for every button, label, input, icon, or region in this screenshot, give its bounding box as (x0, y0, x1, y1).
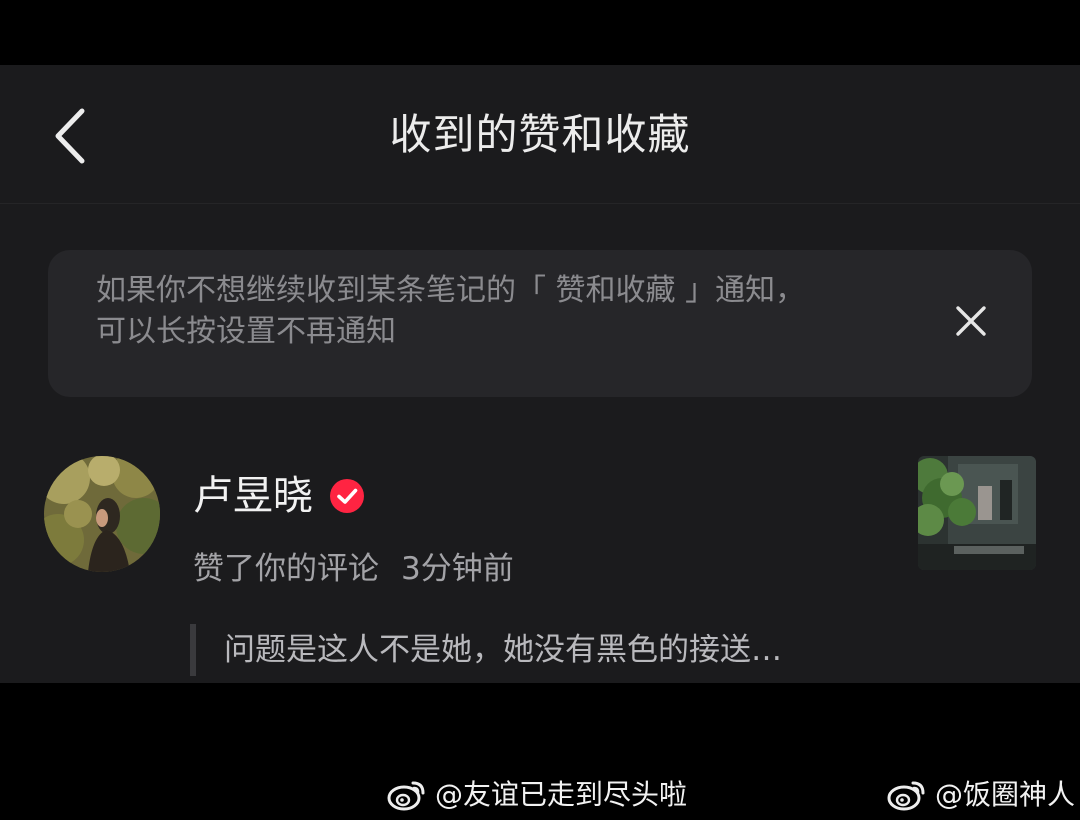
watermark-text: @友谊已走到尽头啦 (435, 778, 688, 811)
page-title: 收到的赞和收藏 (389, 110, 691, 159)
weibo-logo-icon (385, 777, 429, 813)
notification-settings-tip: 如果你不想继续收到某条笔记的「 赞和收藏 」通知， 可以长按设置不再通知 (48, 250, 1032, 397)
timestamp: 3分钟前 (401, 551, 514, 587)
top-navigation-bar: 收到的赞和收藏 (0, 65, 1080, 204)
screenshot-page: 收到的赞和收藏 如果你不想继续收到某条笔记的「 赞和收藏 」通知， 可以长按设置… (0, 0, 1080, 820)
action-text: 赞了你的评论 (193, 551, 379, 587)
note-thumbnail[interactable] (918, 456, 1036, 570)
tip-text-line-2: 可以长按设置不再通知 (96, 314, 396, 349)
tip-text-line-1: 如果你不想继续收到某条笔记的「 赞和收藏 」通知， (96, 273, 806, 308)
close-tip-button[interactable] (948, 300, 994, 346)
app-screen: 收到的赞和收藏 如果你不想继续收到某条笔记的「 赞和收藏 」通知， 可以长按设置… (0, 65, 1080, 683)
close-icon (955, 305, 987, 341)
like-notification-item[interactable]: 卢昱晓 赞了你的评论 3分钟前 问题是这人不是她，她没有黑色的接送… (0, 450, 1080, 683)
watermark-2: @饭圈神人 (885, 774, 1075, 816)
notification-meta: 赞了你的评论 3分钟前 (193, 548, 514, 590)
weibo-logo-icon (885, 777, 929, 813)
user-name-row: 卢昱晓 (193, 470, 365, 522)
avatar[interactable] (44, 456, 160, 572)
verified-badge-icon (329, 478, 365, 514)
username[interactable]: 卢昱晓 (193, 470, 313, 522)
watermark-text: @饭圈神人 (935, 778, 1076, 811)
watermark-1: @友谊已走到尽头啦 (385, 774, 687, 816)
tip-text: 如果你不想继续收到某条笔记的「 赞和收藏 」通知， 可以长按设置不再通知 (96, 270, 916, 352)
quoted-comment[interactable]: 问题是这人不是她，她没有黑色的接送… (190, 624, 782, 676)
